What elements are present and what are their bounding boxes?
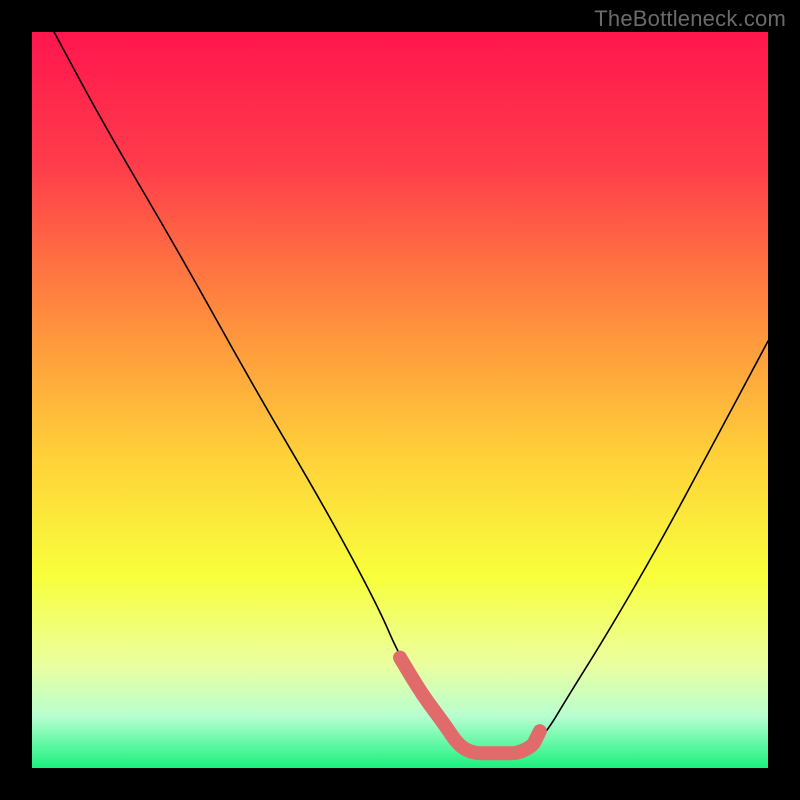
chart-frame: TheBottleneck.com bbox=[0, 0, 800, 800]
optimal-zone-highlight bbox=[400, 658, 540, 754]
watermark-text: TheBottleneck.com bbox=[594, 6, 786, 32]
curve-layer bbox=[32, 32, 768, 768]
bottleneck-curve bbox=[54, 32, 768, 753]
plot-area bbox=[32, 32, 768, 768]
